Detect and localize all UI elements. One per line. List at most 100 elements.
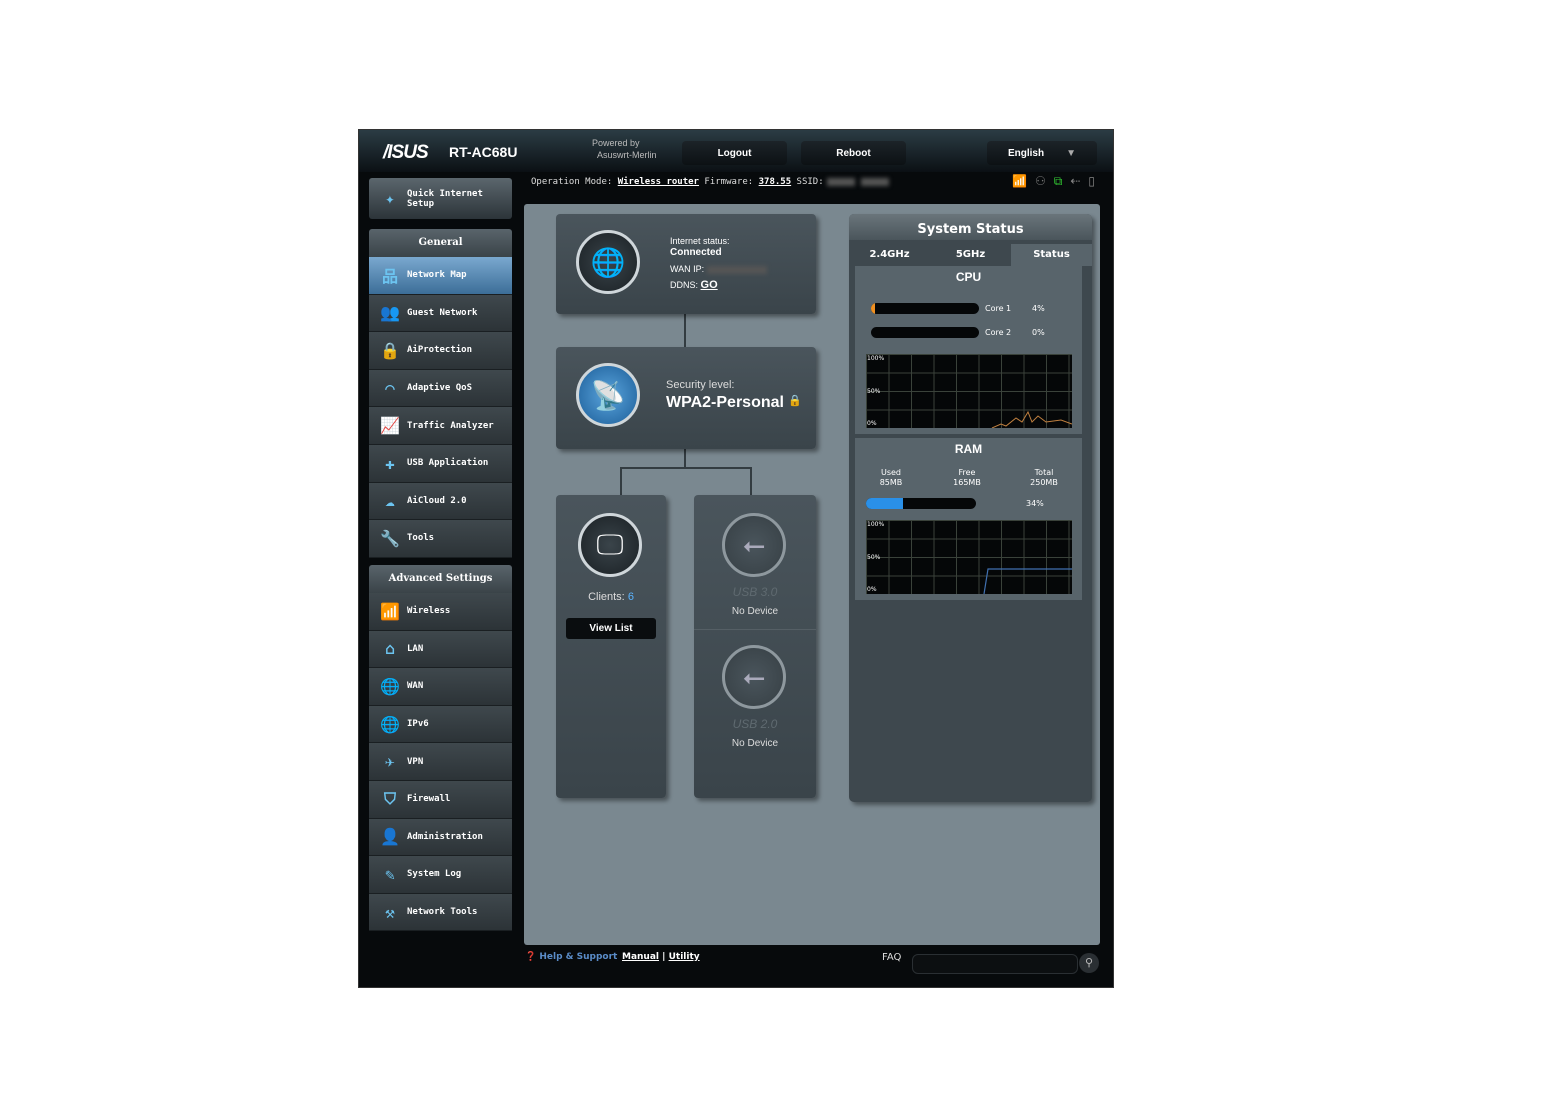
wan-ip-blurred: [707, 265, 768, 274]
connector-line: [684, 449, 686, 467]
sidebar-item-label: Traffic Analyzer: [407, 420, 494, 431]
language-value: English: [1007, 147, 1045, 159]
used-label: Used: [880, 468, 902, 477]
logout-button[interactable]: Logout: [682, 141, 787, 165]
usb2-label: USB 2.0: [732, 717, 778, 731]
faq-label: FAQ: [882, 952, 902, 963]
sidebar-item-wireless[interactable]: 📶 Wireless: [369, 593, 512, 631]
faq-search-input[interactable]: [912, 954, 1078, 974]
operation-mode-link[interactable]: Wireless router: [618, 177, 699, 187]
ram-graph: 100% 50% 0%: [866, 520, 1072, 594]
clients: Clients: 6: [556, 591, 666, 603]
sidebar-item-label: USB Application: [407, 458, 489, 469]
language-select[interactable]: English ▼: [987, 141, 1097, 165]
puzzle-icon: ✚: [385, 453, 395, 473]
sidebar-item-guest-network[interactable]: 👥 Guest Network: [369, 294, 512, 333]
sidebar-item-adaptive-qos[interactable]: ◠ Adaptive QoS: [369, 369, 512, 408]
clients-count[interactable]: 6: [628, 591, 634, 603]
router-icon[interactable]: 📡: [576, 363, 640, 427]
usb-card: ⭠ USB 3.0 No Device ⭠ USB 2.0 No Device: [694, 495, 816, 798]
wifi-icon: 📶: [380, 601, 400, 621]
sidebar-item-firewall[interactable]: ⛉ Firewall: [369, 780, 512, 819]
ram-section: RAM Used 85MB Free 165MB Total 250MB 34% 10…: [855, 438, 1082, 600]
wifi-icon[interactable]: 📶: [1012, 174, 1027, 189]
shield-icon: ⛉: [383, 789, 396, 809]
core1-fill: [871, 303, 876, 314]
help-support: ❓ Help & Support: [525, 952, 617, 962]
usb-icon[interactable]: ⇠: [1070, 174, 1080, 189]
security-level: WPA2-Personal 🔒: [666, 394, 802, 412]
sidebar-item-network-map[interactable]: 品 Network Map: [369, 257, 512, 295]
sidebar-item-label: AiProtection: [407, 345, 473, 356]
router-admin-window: /ISUS RT-AC68U Powered by Asuswrt-Merlin …: [358, 129, 1114, 988]
router-card[interactable]: 📡 Security level: WPA2-Personal 🔒: [556, 347, 816, 449]
sidebar-item-label: Administration: [407, 831, 483, 842]
log-icon: ✎: [385, 864, 395, 884]
ram-free: Free 165MB: [947, 468, 987, 488]
help-icon: ❓: [525, 952, 537, 962]
sidebar-item-ipv6[interactable]: 🌐 IPv6: [369, 705, 512, 744]
users-icon[interactable]: ⚇: [1035, 174, 1046, 189]
ram-title: RAM: [954, 442, 983, 456]
home-icon: ⌂: [385, 639, 395, 659]
sidebar-item-network-tools[interactable]: ⚒ Network Tools: [369, 893, 512, 932]
globe-icon: 🌐: [380, 676, 400, 696]
globe-icon[interactable]: 🌐: [576, 230, 640, 294]
sidebar-item-label: Network Tools: [407, 907, 478, 918]
security-label: Security level:: [666, 379, 735, 391]
manual-link[interactable]: Manual: [622, 952, 659, 962]
sidebar-item-vpn[interactable]: ✈ VPN: [369, 743, 512, 781]
ddns-go-link[interactable]: GO: [701, 279, 718, 291]
quick-internet-setup-button[interactable]: ✦ Quick Internet Setup: [369, 178, 512, 219]
tab-5ghz[interactable]: 5GHz: [930, 244, 1011, 266]
device-icon[interactable]: ▯: [1088, 174, 1095, 189]
wan-ip: WAN IP:: [670, 264, 770, 274]
security-value: WPA2-Personal: [666, 394, 784, 411]
firmware-label: Firmware:: [704, 177, 754, 187]
tools-icon: ⚒: [385, 902, 395, 922]
used-value: 85MB: [879, 478, 903, 487]
cloud-icon: ☁: [385, 491, 395, 511]
mode-label: Operation Mode:: [531, 177, 613, 187]
firmware-name: Asuswrt-Merlin: [597, 150, 657, 160]
usb-icon[interactable]: ⭠: [722, 645, 786, 709]
sidebar-item-tools[interactable]: 🔧 Tools: [369, 520, 512, 558]
reboot-button[interactable]: Reboot: [801, 141, 906, 165]
ram-history-line: [983, 568, 1072, 594]
network-map-icon: 品: [381, 267, 398, 287]
magic-wand-icon: ✦: [385, 189, 395, 208]
utility-link[interactable]: Utility: [669, 952, 700, 962]
tab-2-4ghz[interactable]: 2.4GHz: [849, 244, 930, 266]
sidebar-item-label: WAN: [407, 681, 424, 692]
core1-pct: 4%: [1032, 304, 1045, 313]
sync-icon[interactable]: ⧉: [1054, 174, 1063, 189]
ram-pct: 34%: [1026, 499, 1044, 508]
view-list-button[interactable]: View List: [566, 618, 656, 639]
sidebar-item-label: Tools: [407, 533, 435, 544]
sidebar-item-wan[interactable]: 🌐 WAN: [369, 668, 512, 706]
sidebar-item-system-log[interactable]: ✎ System Log: [369, 856, 512, 894]
tab-status[interactable]: Status: [1011, 244, 1092, 266]
ram-fill: [866, 498, 904, 509]
usb-icon[interactable]: ⭠: [722, 513, 786, 577]
sidebar-item-administration[interactable]: 👤 Administration: [369, 818, 512, 857]
firmware-link[interactable]: 378.55: [759, 177, 792, 187]
sidebar-item-aiprotection[interactable]: 🔒 AiProtection: [369, 332, 512, 370]
footer-links: Manual | Utility: [622, 952, 700, 962]
lock-icon: 🔒: [380, 340, 400, 360]
sidebar-item-lan[interactable]: ⌂ LAN: [369, 630, 512, 669]
asus-logo: /ISUS: [383, 142, 429, 163]
clients-card[interactable]: 🖵 Clients: 6 View List: [556, 495, 666, 798]
sidebar-item-label: Firewall: [407, 794, 451, 805]
computer-icon[interactable]: 🖵: [578, 513, 642, 577]
internet-card[interactable]: 🌐 Internet status: Connected WAN IP: DDN…: [556, 214, 816, 314]
connector-line: [750, 467, 752, 495]
sidebar-item-label: System Log: [407, 869, 462, 880]
sidebar-item-usb-application[interactable]: ✚ USB Application: [369, 444, 512, 483]
sidebar-item-label: IPv6: [407, 719, 429, 730]
sidebar-item-aicloud-2-0[interactable]: ☁ AiCloud 2.0: [369, 482, 512, 521]
quick-setup-label: Quick Internet Setup: [407, 188, 483, 209]
sidebar-item-traffic-analyzer[interactable]: 📈 Traffic Analyzer: [369, 407, 512, 445]
system-status-panel: System Status 2.4GHz 5GHz Status CPU Cor…: [849, 214, 1092, 802]
search-icon[interactable]: ⚲: [1079, 953, 1099, 973]
